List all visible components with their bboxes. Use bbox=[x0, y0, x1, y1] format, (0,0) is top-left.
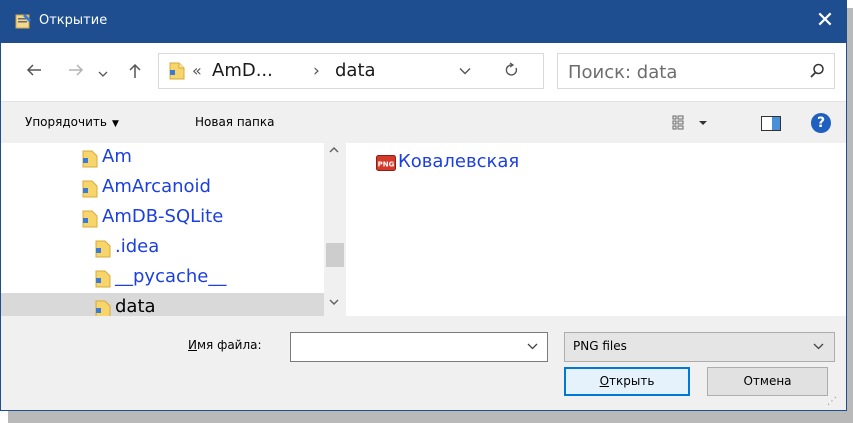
arrow-right-icon bbox=[69, 64, 84, 76]
folder-icon bbox=[95, 300, 111, 316]
refresh-icon bbox=[505, 62, 518, 76]
folder-icon bbox=[82, 210, 98, 228]
file-list[interactable]: PNG Ковалевская bbox=[346, 143, 846, 316]
scrollbar-thumb[interactable] bbox=[326, 243, 344, 267]
view-details-icon bbox=[672, 115, 707, 130]
png-file-icon: PNG bbox=[376, 155, 396, 171]
new-folder-button[interactable]: Новая папка bbox=[195, 115, 274, 129]
search-icon bbox=[810, 63, 824, 78]
tree-item-label: __pycache__ bbox=[115, 266, 227, 287]
svg-text:PNG: PNG bbox=[378, 161, 395, 169]
search-input[interactable] bbox=[568, 60, 788, 84]
back-button[interactable] bbox=[25, 63, 43, 81]
notepad-icon bbox=[15, 14, 31, 29]
close-icon[interactable]: ✕ bbox=[811, 9, 839, 35]
filename-label: Имя файла: bbox=[188, 338, 262, 352]
filetype-select[interactable]: PNG files bbox=[564, 332, 835, 362]
tree-item-label: data bbox=[115, 296, 156, 316]
navigation-bar: « AmD... › data bbox=[1, 43, 846, 101]
folder-icon bbox=[95, 270, 111, 288]
window-shadow-right bbox=[847, 8, 853, 423]
arrow-up-icon bbox=[129, 63, 141, 78]
navigation-pane[interactable]: Am AmArcanoid AmDB-SQLite .idea __pycach… bbox=[1, 143, 324, 316]
recent-locations-button[interactable] bbox=[96, 65, 110, 83]
scroll-down-icon[interactable] bbox=[329, 298, 339, 309]
caret-down-icon: ▼ bbox=[111, 119, 119, 129]
open-button[interactable]: Открыть bbox=[564, 367, 690, 396]
chevron-down-icon[interactable] bbox=[527, 340, 538, 353]
organize-label: Упорядочить bbox=[25, 115, 107, 129]
organize-button[interactable]: Упорядочить ▼ bbox=[25, 115, 119, 129]
help-button[interactable]: ? bbox=[811, 113, 831, 133]
tree-item[interactable]: AmArcanoid bbox=[1, 173, 324, 203]
filename-input[interactable] bbox=[295, 337, 515, 357]
window-shadow-bottom bbox=[8, 411, 853, 423]
folder-icon bbox=[95, 240, 111, 258]
scroll-up-icon[interactable] bbox=[329, 146, 339, 157]
title-bar[interactable]: Открытие ✕ bbox=[1, 1, 846, 43]
tree-item-label: AmDB-SQLite bbox=[102, 206, 224, 227]
address-bar[interactable]: « AmD... › data bbox=[158, 53, 544, 89]
tree-item[interactable]: AmDB-SQLite bbox=[1, 203, 324, 233]
preview-pane-icon bbox=[761, 116, 781, 131]
window-title: Открытие bbox=[39, 13, 108, 28]
preview-pane-button[interactable] bbox=[761, 116, 781, 131]
cancel-button[interactable]: Отмена bbox=[707, 367, 828, 396]
filetype-value: PNG files bbox=[573, 339, 627, 353]
search-box[interactable] bbox=[557, 53, 835, 89]
up-button[interactable] bbox=[126, 63, 144, 83]
refresh-button[interactable] bbox=[505, 62, 519, 82]
folder-icon bbox=[82, 150, 98, 168]
file-item-label: Ковалевская bbox=[398, 151, 520, 172]
command-bar: Упорядочить ▼ Новая папка ? bbox=[1, 101, 846, 143]
tree-item-label: Am bbox=[102, 146, 132, 167]
tree-item-selected[interactable]: data bbox=[1, 293, 324, 316]
resize-grip-icon[interactable]: ⋰ bbox=[827, 396, 837, 407]
forward-button[interactable] bbox=[67, 63, 85, 81]
folder-icon bbox=[169, 62, 185, 80]
chevron-down-icon bbox=[98, 71, 108, 77]
tree-item-label: .idea bbox=[115, 236, 160, 257]
breadcrumb-separator[interactable]: › bbox=[313, 61, 320, 81]
bottom-panel: Имя файла: PNG files Открыть Отмена ⋰ bbox=[1, 316, 846, 410]
arrow-left-icon bbox=[26, 64, 41, 76]
breadcrumb-item[interactable]: data bbox=[335, 60, 376, 81]
tree-item[interactable]: .idea bbox=[1, 233, 324, 263]
filename-combobox[interactable] bbox=[290, 332, 548, 362]
address-dropdown-button[interactable] bbox=[459, 64, 471, 78]
breadcrumb-item[interactable]: AmD... bbox=[212, 60, 273, 81]
breadcrumb-overflow[interactable]: « bbox=[192, 61, 202, 80]
open-file-dialog: Открытие ✕ « AmD... › data Поиск: data У… bbox=[0, 0, 847, 411]
tree-item[interactable]: __pycache__ bbox=[1, 263, 324, 293]
tree-item-label: AmArcanoid bbox=[102, 176, 211, 197]
chevron-down-icon bbox=[459, 68, 471, 75]
chevron-down-icon bbox=[813, 340, 824, 353]
change-view-button[interactable] bbox=[672, 114, 712, 132]
tree-item[interactable]: Am bbox=[1, 143, 324, 173]
navigation-pane-scrollbar[interactable] bbox=[324, 143, 346, 316]
folder-icon bbox=[82, 180, 98, 198]
